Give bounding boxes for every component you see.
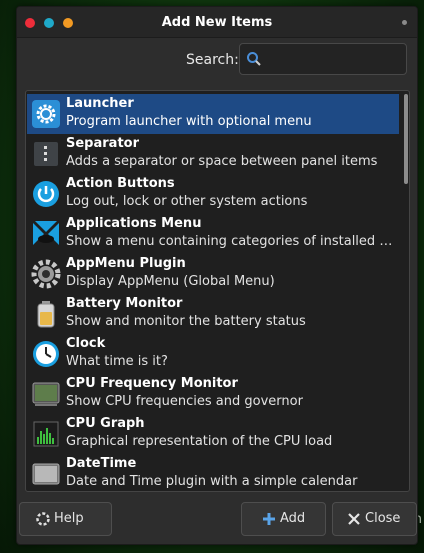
power-icon: [33, 181, 59, 207]
list-item-separator[interactable]: Separator Adds a separator or space betw…: [27, 134, 399, 174]
item-description: Show a menu containing categories of ins…: [66, 234, 399, 249]
clock-icon: [33, 341, 59, 367]
search-label: Search:: [186, 52, 239, 68]
item-name: Clock: [66, 336, 106, 351]
item-description: Adds a separator or space between panel …: [66, 154, 378, 169]
cog-wheel-icon: [31, 259, 61, 289]
help-icon: [36, 512, 50, 526]
plus-icon: [263, 513, 275, 525]
plugin-list[interactable]: Launcher Program launcher with optional …: [25, 90, 410, 492]
item-name: Battery Monitor: [66, 296, 183, 311]
list-item-datetime[interactable]: DateTime Date and Time plugin with a sim…: [27, 454, 399, 491]
item-description: Graphical representation of the CPU load: [66, 434, 333, 449]
item-name: Launcher: [66, 96, 134, 111]
separator-icon: [34, 142, 58, 166]
titlebar[interactable]: Add New Items: [17, 7, 417, 38]
gear-icon: [32, 100, 60, 128]
add-label: Add: [280, 511, 306, 526]
item-name: CPU Frequency Monitor: [66, 376, 238, 391]
item-description: Display AppMenu (Global Menu): [66, 274, 275, 289]
window-menu-icon[interactable]: [402, 20, 407, 25]
item-name: CPU Graph: [66, 416, 145, 431]
add-button[interactable]: Add: [241, 502, 326, 536]
item-description: Log out, lock or other system actions: [66, 194, 308, 209]
item-description: What time is it?: [66, 354, 168, 369]
search-icon: [247, 52, 261, 66]
cpu-graph-icon: [33, 421, 59, 447]
list-item-appmenu-plugin[interactable]: AppMenu Plugin Display AppMenu (Global M…: [27, 254, 399, 294]
list-item-cpu-frequency-monitor[interactable]: CPU Frequency Monitor Show CPU frequenci…: [27, 374, 399, 414]
item-description: Show CPU frequencies and governor: [66, 394, 303, 409]
help-button[interactable]: Help: [19, 502, 112, 536]
help-label: Help: [54, 511, 84, 526]
close-icon: [348, 513, 360, 525]
close-button[interactable]: Close: [332, 502, 417, 536]
search-input[interactable]: [268, 48, 406, 72]
window-title: Add New Items: [161, 15, 273, 30]
item-name: Applications Menu: [66, 216, 202, 231]
list-item-clock[interactable]: Clock What time is it?: [27, 334, 399, 374]
item-description: Show and monitor the battery status: [66, 314, 306, 329]
battery-icon: [37, 301, 55, 328]
close-label: Close: [365, 511, 401, 526]
item-description: Program launcher with optional menu: [66, 114, 312, 129]
list-scrollbar[interactable]: [404, 94, 408, 184]
item-name: Action Buttons: [66, 176, 175, 191]
item-name: DateTime: [66, 456, 137, 471]
search-field[interactable]: [239, 43, 407, 75]
datetime-icon: [32, 463, 60, 485]
item-description: Date and Time plugin with a simple calen…: [66, 474, 358, 489]
list-item-applications-menu[interactable]: Applications Menu Show a menu containing…: [27, 214, 399, 254]
list-item-action-buttons[interactable]: Action Buttons Log out, lock or other sy…: [27, 174, 399, 214]
item-name: Separator: [66, 136, 139, 151]
xfce-mouse-icon: [33, 221, 59, 245]
list-item-cpu-graph[interactable]: CPU Graph Graphical representation of th…: [27, 414, 399, 454]
add-new-items-dialog: Add New Items Search: Launcher Program l…: [16, 6, 418, 545]
item-name: AppMenu Plugin: [66, 256, 186, 271]
list-item-battery-monitor[interactable]: Battery Monitor Show and monitor the bat…: [27, 294, 399, 334]
list-item-launcher[interactable]: Launcher Program launcher with optional …: [27, 94, 399, 134]
monitor-icon: [32, 382, 60, 406]
